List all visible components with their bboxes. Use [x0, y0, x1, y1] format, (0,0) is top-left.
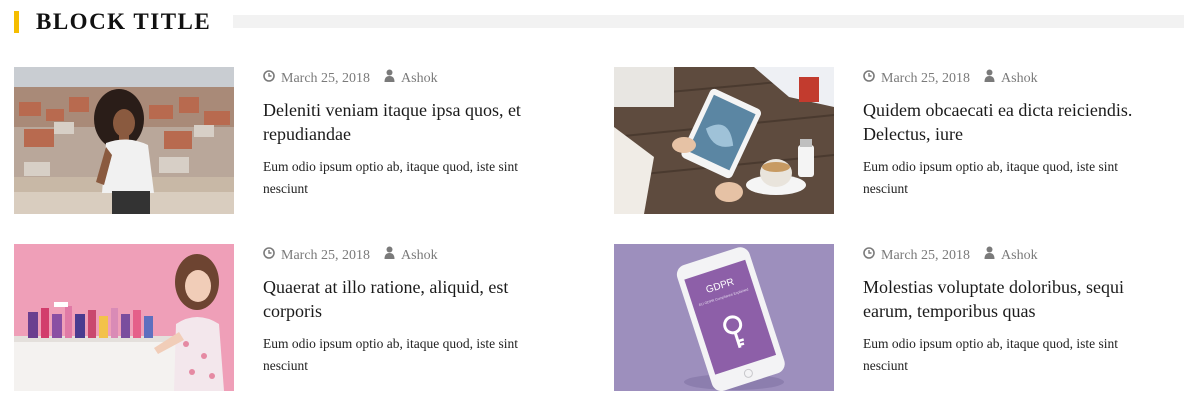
post-meta: March 25, 2018 Ashok	[263, 69, 438, 88]
post-card: March 25, 2018 Ashok Deleniti veniam ita…	[14, 67, 574, 215]
post-author[interactable]: Ashok	[401, 247, 438, 265]
post-author[interactable]: Ashok	[1001, 247, 1038, 265]
block-title: BLOCK TITLE	[36, 9, 212, 34]
block-header: BLOCK TITLE	[14, 8, 1184, 36]
post-author[interactable]: Ashok	[401, 70, 438, 88]
thumbnail-image	[614, 67, 834, 214]
post-title[interactable]: Quidem obcaecati ea dicta reiciendis. De…	[863, 98, 1163, 146]
post-date[interactable]: March 25, 2018	[881, 70, 970, 88]
post-excerpt: Eum odio ipsum optio ab, itaque quod, is…	[863, 336, 1118, 373]
post-date[interactable]: March 25, 2018	[281, 70, 370, 88]
post-meta: March 25, 2018 Ashok	[863, 246, 1038, 265]
post-title[interactable]: Quaerat at illo ratione, aliquid, est co…	[263, 275, 563, 323]
thumbnail-image	[14, 244, 234, 391]
post-excerpt: Eum odio ipsum optio ab, itaque quod, is…	[263, 159, 518, 196]
post-thumbnail-woman-cosmetics[interactable]	[14, 244, 234, 391]
clock-icon	[863, 246, 875, 265]
post-author[interactable]: Ashok	[1001, 70, 1038, 88]
post-title[interactable]: Deleniti veniam itaque ipsa quos, et rep…	[263, 98, 563, 146]
thumbnail-image	[14, 67, 234, 214]
post-card: GDPR EU GDPR Compliance Explained March …	[614, 244, 1174, 392]
user-icon	[984, 69, 995, 88]
post-title[interactable]: Molestias voluptate doloribus, sequi ear…	[863, 275, 1163, 323]
block-divider	[233, 15, 1184, 28]
user-icon	[984, 246, 995, 265]
post-date[interactable]: March 25, 2018	[881, 247, 970, 265]
post-thumbnail-gdpr-phone[interactable]: GDPR EU GDPR Compliance Explained	[614, 244, 834, 391]
thumbnail-image: GDPR EU GDPR Compliance Explained	[614, 244, 834, 391]
clock-icon	[863, 69, 875, 88]
post-date[interactable]: March 25, 2018	[281, 247, 370, 265]
post-excerpt: Eum odio ipsum optio ab, itaque quod, is…	[863, 159, 1118, 196]
user-icon	[384, 69, 395, 88]
block-accent-bar	[14, 11, 19, 33]
post-card: March 25, 2018 Ashok Quidem obcaecati ea…	[614, 67, 1174, 215]
post-meta: March 25, 2018 Ashok	[263, 246, 438, 265]
post-card: March 25, 2018 Ashok Quaerat at illo rat…	[14, 244, 574, 392]
post-meta: March 25, 2018 Ashok	[863, 69, 1038, 88]
clock-icon	[263, 246, 275, 265]
post-excerpt: Eum odio ipsum optio ab, itaque quod, is…	[263, 336, 518, 373]
user-icon	[384, 246, 395, 265]
clock-icon	[263, 69, 275, 88]
post-thumbnail-woman-city[interactable]	[14, 67, 234, 214]
post-thumbnail-tablet-coffee[interactable]	[614, 67, 834, 214]
